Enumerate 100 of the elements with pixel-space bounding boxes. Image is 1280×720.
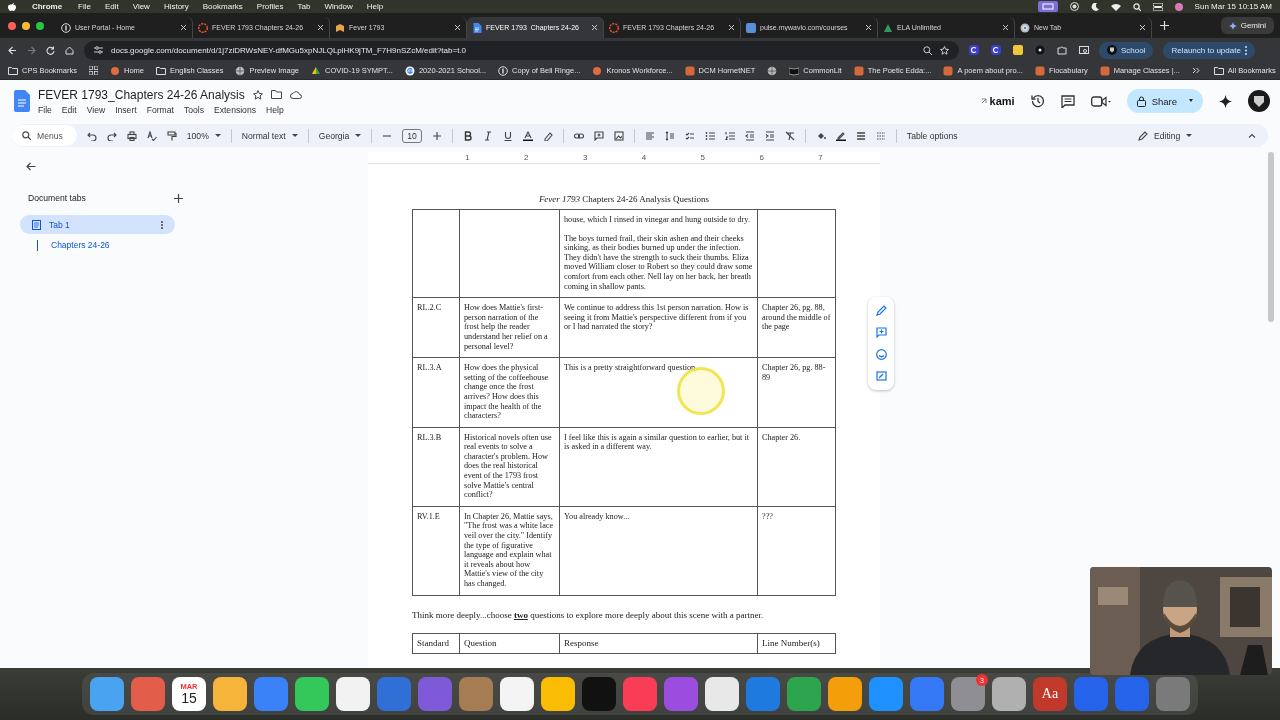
- add-comment-icon[interactable]: [875, 327, 887, 338]
- close-icon[interactable]: [591, 24, 598, 31]
- plus-icon[interactable]: [431, 130, 442, 141]
- emoji-icon[interactable]: [875, 349, 887, 360]
- app-icon[interactable]: [541, 677, 575, 711]
- search-icon[interactable]: [1132, 2, 1141, 11]
- apps-grid-icon[interactable]: [89, 66, 99, 75]
- extension-icon[interactable]: [1035, 45, 1045, 55]
- reload-icon[interactable]: [46, 45, 55, 55]
- app-icon[interactable]: [705, 677, 739, 711]
- zoom-icon[interactable]: [923, 45, 932, 55]
- numbered-list-icon[interactable]: [724, 130, 735, 141]
- menu-item[interactable]: Insert: [115, 104, 137, 115]
- kami-button[interactable]: kami: [980, 95, 1015, 107]
- checklist-icon[interactable]: [684, 130, 695, 141]
- close-icon[interactable]: [454, 24, 461, 31]
- control-center-icon[interactable]: [1152, 2, 1163, 11]
- zoom-dropdown[interactable]: 100%: [186, 130, 221, 141]
- clear-format-icon[interactable]: [784, 130, 795, 141]
- comment-icon[interactable]: [1060, 94, 1075, 108]
- border-color-icon[interactable]: [835, 130, 846, 141]
- redo-icon[interactable]: [106, 130, 117, 141]
- link-icon[interactable]: [573, 130, 584, 141]
- app-icon[interactable]: [90, 677, 124, 711]
- close-icon[interactable]: [865, 24, 872, 31]
- paint-format-icon[interactable]: [166, 130, 177, 141]
- forward-icon[interactable]: [27, 45, 36, 55]
- app-icon[interactable]: Aa: [1033, 677, 1067, 711]
- app-icon[interactable]: [336, 677, 370, 711]
- menu-item[interactable]: Help: [266, 104, 284, 115]
- spellcheck-icon[interactable]: [146, 130, 157, 141]
- chevrons-icon[interactable]: [1191, 67, 1200, 74]
- docs-logo-icon[interactable]: [14, 90, 30, 112]
- undo-icon[interactable]: [86, 130, 97, 141]
- history-icon[interactable]: [1030, 94, 1045, 108]
- app-icon[interactable]: [992, 677, 1026, 711]
- app-icon[interactable]: [828, 677, 862, 711]
- menu-item[interactable]: Tools: [183, 104, 204, 115]
- tab-search-icon[interactable]: [1079, 45, 1089, 55]
- puzzle-icon[interactable]: [1057, 45, 1067, 55]
- font-size-field[interactable]: 10: [402, 128, 422, 143]
- mode-dropdown[interactable]: Editing: [1138, 130, 1228, 141]
- close-icon[interactable]: [180, 24, 187, 31]
- menu-item[interactable]: Profiles: [256, 2, 284, 11]
- menu-item[interactable]: Tab: [297, 2, 311, 11]
- close-icon[interactable]: [1002, 24, 1009, 31]
- close-icon[interactable]: [728, 24, 735, 31]
- extension-icon[interactable]: [991, 45, 1001, 55]
- underline-icon[interactable]: [502, 130, 513, 141]
- gemini-button[interactable]: Gemini: [1220, 17, 1274, 34]
- add-comment-icon[interactable]: [593, 130, 604, 141]
- menu-item[interactable]: View: [132, 2, 150, 11]
- menu-item[interactable]: View: [86, 104, 106, 115]
- video-call-icon[interactable]: [1090, 95, 1111, 107]
- menu-item[interactable]: History: [163, 2, 189, 11]
- font-dropdown[interactable]: Georgia: [318, 130, 362, 141]
- edit-icon[interactable]: [875, 305, 887, 316]
- sparkle-icon[interactable]: [1219, 94, 1232, 108]
- close-icon[interactable]: [1139, 24, 1146, 31]
- decrease-indent-icon[interactable]: [744, 130, 755, 141]
- menu-item[interactable]: File: [78, 2, 91, 11]
- menu-item[interactable]: Format: [146, 104, 174, 115]
- print-icon[interactable]: [126, 130, 137, 141]
- bold-icon[interactable]: [462, 130, 473, 141]
- table-options-button[interactable]: Table options: [906, 130, 958, 141]
- menu-item[interactable]: Bookmarks: [202, 2, 243, 11]
- record-icon[interactable]: [1069, 2, 1079, 11]
- menu-item[interactable]: Edit: [104, 2, 119, 11]
- menu-item[interactable]: Window: [324, 2, 353, 11]
- bulleted-list-icon[interactable]: [704, 130, 715, 141]
- menu-item[interactable]: Edit: [61, 104, 77, 115]
- address-field[interactable]: docs.google.com/document/d/1j7ziDRWsNEY-dfMGu5xpNJLQLplHK9jTM_F7H9nSZcM/edit?tab=t.0: [84, 40, 959, 60]
- border-width-icon[interactable]: [855, 130, 866, 141]
- avatar-icon[interactable]: [1248, 90, 1270, 112]
- note-icon[interactable]: [1013, 45, 1023, 55]
- menu-search-field[interactable]: Menus: [12, 125, 77, 146]
- profile-button[interactable]: School: [1099, 41, 1154, 59]
- line-spacing-icon[interactable]: [664, 130, 675, 141]
- style-dropdown[interactable]: Normal text: [241, 130, 298, 141]
- app-icon[interactable]: [500, 677, 534, 711]
- cloud-icon[interactable]: [289, 90, 302, 99]
- text-color-icon[interactable]: [522, 130, 533, 141]
- increase-indent-icon[interactable]: [764, 130, 775, 141]
- menu-item[interactable]: Help: [366, 2, 384, 11]
- new-tab-icon[interactable]: [1160, 21, 1169, 30]
- image-icon[interactable]: [613, 130, 624, 141]
- relaunch-button[interactable]: Relaunch to update: [1163, 41, 1255, 59]
- collapse-icon[interactable]: [1248, 133, 1256, 138]
- document-tab[interactable]: Tab 1: [20, 215, 175, 234]
- share-button[interactable]: Share: [1126, 89, 1203, 113]
- moon-icon[interactable]: [1090, 2, 1099, 11]
- plus-icon[interactable]: [174, 193, 183, 203]
- siri-icon[interactable]: [1174, 2, 1183, 11]
- app-icon[interactable]: [295, 677, 329, 711]
- globe-icon[interactable]: [767, 65, 778, 76]
- star-icon[interactable]: [252, 89, 263, 100]
- home-icon[interactable]: [65, 45, 74, 55]
- scrollbar-thumb[interactable]: [1268, 152, 1274, 322]
- screen-share-icon[interactable]: [1037, 1, 1058, 12]
- extension-icon[interactable]: [969, 45, 979, 55]
